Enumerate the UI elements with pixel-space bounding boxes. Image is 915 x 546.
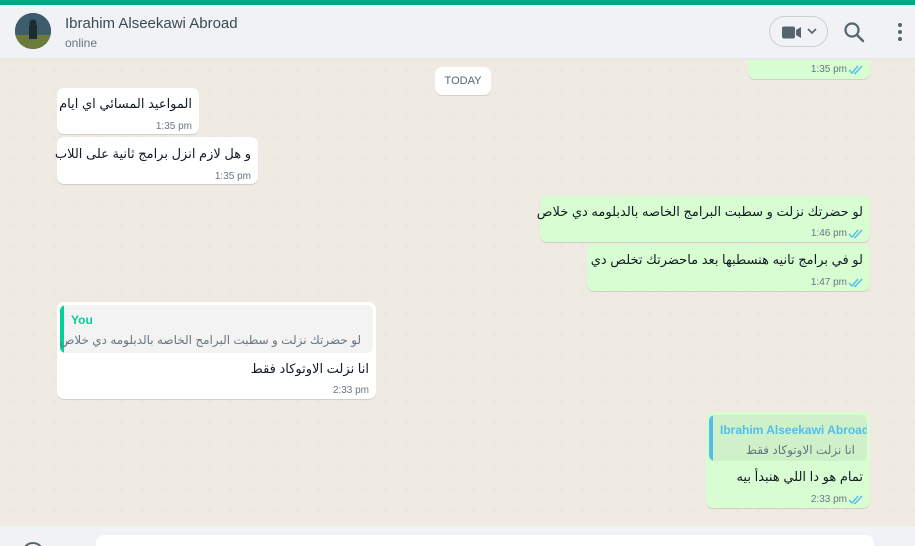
emoji-icon[interactable] — [22, 542, 44, 546]
message-text: المواعيد المسائي اي ايام — [59, 96, 192, 111]
message-bubble-outgoing[interactable]: 1:35 pm — [748, 60, 870, 79]
message-time: 1:35 pm — [155, 121, 192, 132]
more-vertical-icon[interactable] — [895, 21, 905, 43]
message-text: لو حضرتك نزلت و سطبت البرامج الخاصه بالد… — [536, 204, 863, 219]
message-input[interactable] — [96, 535, 874, 546]
double-check-icon — [848, 65, 863, 75]
quoted-text: انا نزلت الاوتوكاد فقط — [745, 443, 855, 457]
message-text: و هل لازم انزل برامج ثانية على اللاب — [54, 146, 251, 161]
contact-status: online — [65, 36, 98, 50]
avatar[interactable] — [15, 13, 51, 49]
video-call-button[interactable] — [769, 16, 828, 47]
message-bubble-outgoing[interactable]: لو في برامج تانيه هنسطبها بعد ماحضرتك تخ… — [587, 244, 870, 291]
double-check-icon — [848, 278, 863, 288]
video-camera-icon — [782, 26, 801, 39]
search-icon[interactable] — [843, 21, 865, 43]
chat-header: Ibrahim Alseekawi Abroad online — [0, 5, 915, 59]
date-separator: TODAY — [435, 67, 491, 95]
message-text: تمام هو دا اللي هنبدأ بيه — [736, 469, 863, 484]
quoted-author: Ibrahim Alseekawi Abroad — [720, 423, 867, 437]
double-check-icon — [848, 229, 863, 239]
message-bubble-outgoing[interactable]: لو حضرتك نزلت و سطبت البرامج الخاصه بالد… — [536, 196, 870, 242]
quoted-message[interactable]: Ibrahim Alseekawi Abroad انا نزلت الاوتو… — [709, 415, 867, 461]
message-time: 1:47 pm — [810, 277, 847, 288]
message-text: لو في برامج تانيه هنسطبها بعد ماحضرتك تخ… — [590, 252, 863, 267]
message-text: انا نزلت الاوتوكاد فقط — [250, 361, 369, 376]
chevron-down-icon — [807, 28, 817, 35]
message-time: 2:33 pm — [810, 494, 847, 505]
message-time: 1:35 pm — [810, 64, 847, 75]
message-list[interactable]: 1:35 pm TODAY المواعيد المسائي اي ايام 1… — [0, 60, 915, 526]
message-bubble-outgoing[interactable]: Ibrahim Alseekawi Abroad انا نزلت الاوتو… — [706, 412, 870, 508]
message-bubble-incoming[interactable]: You لو حضرتك نزلت و سطبت البرامج الخاصه … — [57, 302, 376, 399]
message-bubble-incoming[interactable]: المواعيد المسائي اي ايام 1:35 pm — [57, 88, 199, 134]
message-time: 2:33 pm — [332, 385, 369, 396]
quoted-text: لو حضرتك نزلت و سطبت البرامج الخاصه بالد… — [60, 333, 361, 347]
quoted-author: You — [71, 313, 93, 327]
compose-footer — [0, 526, 915, 546]
double-check-icon — [848, 495, 863, 505]
quoted-message[interactable]: You لو حضرتك نزلت و سطبت البرامج الخاصه … — [60, 305, 373, 353]
contact-name[interactable]: Ibrahim Alseekawi Abroad — [65, 15, 238, 32]
message-bubble-incoming[interactable]: و هل لازم انزل برامج ثانية على اللاب 1:3… — [54, 137, 258, 184]
message-time: 1:35 pm — [214, 171, 251, 182]
message-time: 1:46 pm — [810, 228, 847, 239]
